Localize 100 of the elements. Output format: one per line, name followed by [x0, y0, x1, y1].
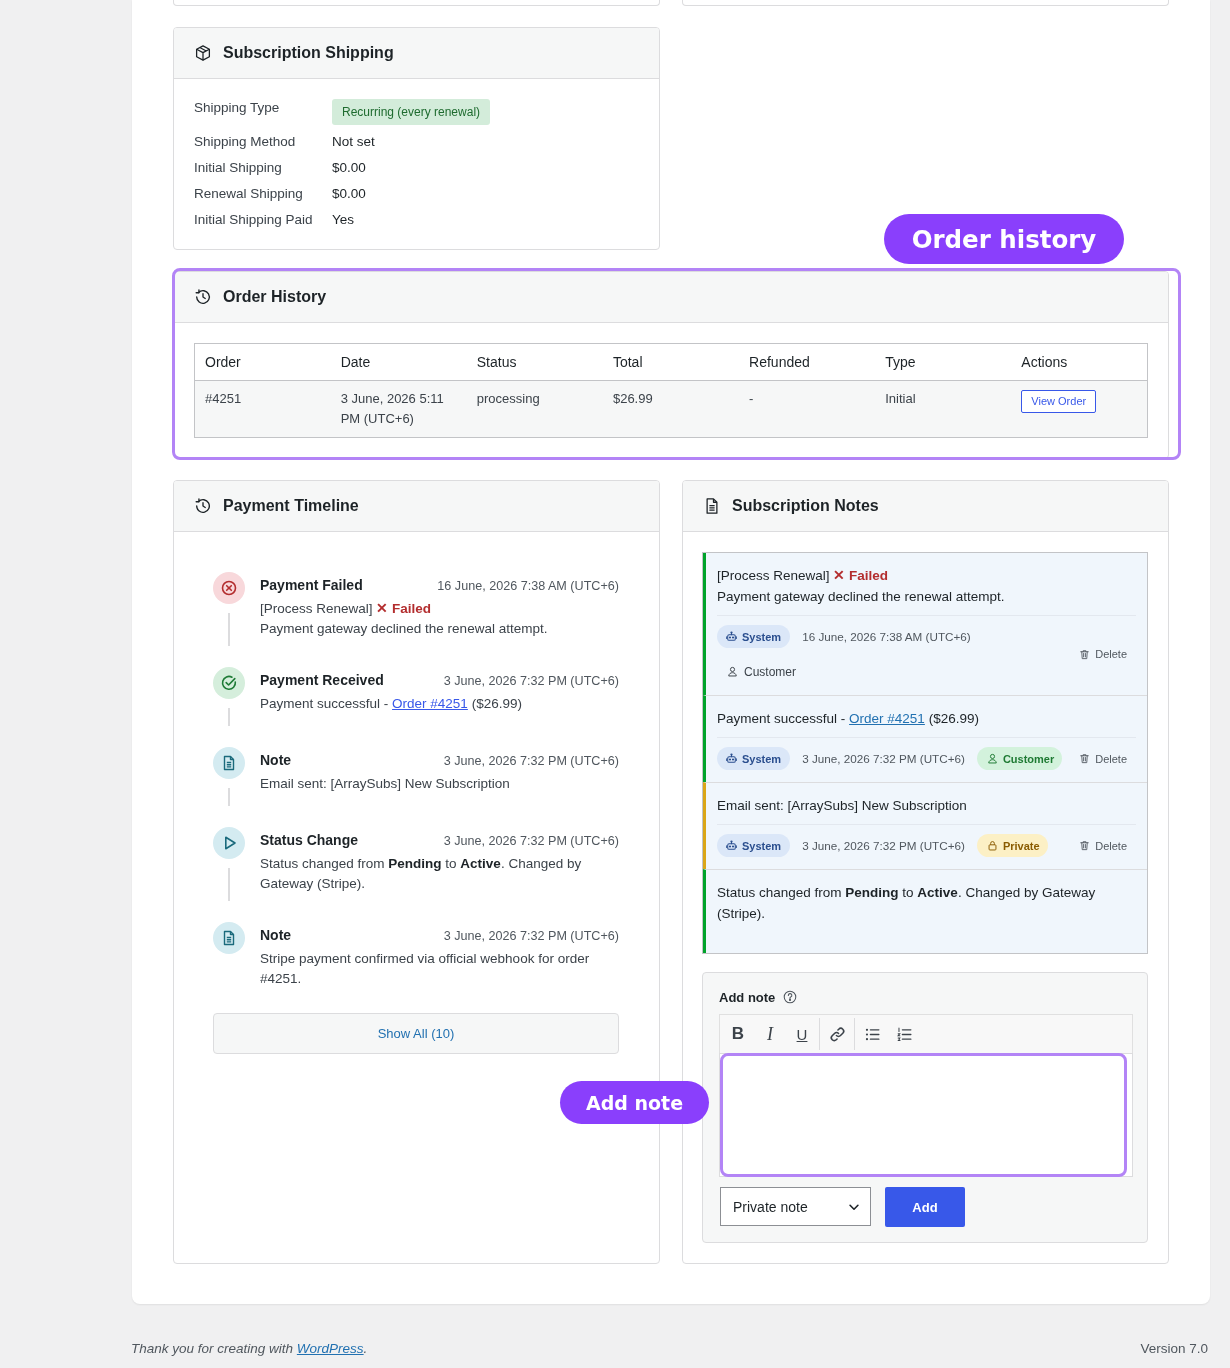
- underline-button[interactable]: U: [786, 1018, 818, 1050]
- order-link[interactable]: Order #4251: [849, 711, 925, 726]
- visibility-label: Customer: [1002, 752, 1055, 765]
- card-title: Subscription Notes: [732, 497, 879, 515]
- field-value: Not set: [332, 133, 376, 151]
- link-icon: [828, 1025, 846, 1043]
- check-circle-icon: [213, 667, 245, 699]
- robot-icon: [726, 631, 737, 642]
- callout-label: Order history: [884, 214, 1124, 264]
- event-title: Status Change: [260, 831, 358, 850]
- connector-line: [228, 708, 230, 726]
- event-time: 3 June, 2026 7:32 PM (UTC+6): [443, 673, 619, 690]
- column-header: Total: [602, 343, 740, 381]
- shipping-type-badge: Recurring (every renewal): [332, 99, 491, 125]
- event-time: 3 June, 2026 7:32 PM (UTC+6): [443, 753, 619, 770]
- author-name: System: [742, 839, 782, 852]
- trash-icon: [1079, 753, 1091, 764]
- add-button[interactable]: Add: [885, 1187, 965, 1227]
- field-label: Shipping Method: [194, 133, 297, 151]
- document-icon: [703, 497, 721, 515]
- field-value: $0.00: [332, 159, 367, 177]
- event-time: 16 June, 2026 7:38 AM (UTC+6): [437, 578, 619, 595]
- author-name: System: [742, 752, 782, 765]
- field-value: Yes: [332, 211, 356, 229]
- field-label: Initial Shipping: [194, 159, 283, 177]
- person-icon: [727, 666, 738, 677]
- footer-link[interactable]: WordPress: [296, 1341, 364, 1356]
- show-all-button[interactable]: Show All (10): [213, 1013, 619, 1054]
- event-title: Payment Failed: [260, 576, 363, 595]
- help-icon[interactable]: [783, 990, 798, 1004]
- note-text: [Process Renewal] ✕ Failed: [717, 567, 890, 585]
- table-cell: processing: [466, 380, 603, 438]
- table-cell: 3 June, 2026 5:11 PM (UTC+6): [330, 380, 467, 438]
- author-name: System: [742, 630, 782, 643]
- version-label: Version 7.0: [1140, 1340, 1208, 1358]
- robot-icon: [726, 840, 737, 851]
- italic-button[interactable]: I: [754, 1018, 786, 1050]
- column-header: Status: [466, 343, 603, 381]
- footer-credit: Thank you for creating with WordPress.: [131, 1340, 368, 1358]
- event-title: Note: [260, 926, 292, 945]
- card-title: Subscription Shipping: [223, 44, 394, 62]
- event-title: Payment Received: [260, 671, 384, 690]
- history-icon: [194, 288, 212, 306]
- table-cell: -: [739, 380, 876, 438]
- note-text: Email sent: [ArraySubs] New Subscription: [717, 797, 968, 815]
- event-time: 3 June, 2026 7:32 PM (UTC+6): [443, 928, 619, 945]
- delete-button[interactable]: Delete: [1079, 648, 1127, 660]
- event-message: Payment gateway declined the renewal attempt.: [260, 620, 549, 638]
- bold-button[interactable]: B: [722, 1018, 754, 1050]
- x-circle-icon: [213, 572, 245, 604]
- column-header: Date: [330, 343, 467, 381]
- delete-button[interactable]: Delete: [1079, 752, 1127, 765]
- play-icon: [213, 827, 245, 859]
- numbered-list-icon: [895, 1025, 913, 1043]
- connector-line: [228, 613, 230, 646]
- lock-icon: [986, 840, 998, 851]
- note-text: Status changed from Pending to Active. Changed by Gateway (Stripe).: [717, 884, 1097, 923]
- event-message: Status changed from Pending to Active. Changed by Gateway (Stripe).: [260, 855, 583, 893]
- column-header: Order: [194, 343, 331, 381]
- event-title: Note: [260, 751, 292, 770]
- column-header: Type: [875, 343, 1012, 381]
- add-note-label: Add note: [719, 989, 776, 1005]
- table-cell: #4251: [194, 380, 331, 438]
- trash-icon: [1079, 840, 1091, 851]
- event-message: [Process Renewal] ✕ Failed: [260, 600, 433, 618]
- event-time: 3 June, 2026 7:32 PM (UTC+6): [443, 833, 619, 850]
- visibility-label: Customer: [744, 664, 796, 679]
- person-icon: [986, 753, 998, 764]
- visibility-label: Private: [1002, 839, 1040, 852]
- history-icon: [194, 497, 212, 515]
- event-message: Stripe payment confirmed via official webhook for order #4251.: [260, 950, 591, 988]
- note-type-select[interactable]: Private note: [720, 1187, 871, 1226]
- table-cell: $26.99: [602, 380, 740, 438]
- column-header: Actions: [1011, 343, 1148, 381]
- connector-line: [228, 788, 230, 806]
- field-label: Renewal Shipping: [194, 185, 304, 203]
- note-date: 16 June, 2026 7:38 AM (UTC+6): [802, 630, 971, 643]
- trash-icon: [1079, 648, 1091, 660]
- table-cell: Initial: [875, 380, 1012, 438]
- document-icon: [213, 922, 245, 954]
- document-icon: [213, 747, 245, 779]
- column-header: Refunded: [739, 343, 876, 381]
- card-title: Payment Timeline: [223, 497, 359, 515]
- event-message: Payment successful - Order #4251 ($26.99): [260, 695, 523, 713]
- robot-icon: [726, 753, 737, 764]
- box-icon: [194, 44, 212, 62]
- event-message: Email sent: [ArraySubs] New Subscription: [260, 775, 511, 793]
- note-text: Payment gateway declined the renewal attempt.: [717, 588, 1006, 606]
- callout-label: Add note: [560, 1081, 709, 1124]
- field-value: $0.00: [332, 185, 367, 203]
- delete-button[interactable]: Delete: [1079, 839, 1127, 852]
- view-order-button[interactable]: View Order: [1021, 390, 1097, 413]
- note-date: 3 June, 2026 7:32 PM (UTC+6): [802, 839, 965, 852]
- note-date: 3 June, 2026 7:32 PM (UTC+6): [802, 752, 965, 765]
- connector-line: [228, 868, 230, 901]
- order-link[interactable]: Order #4251: [392, 696, 468, 711]
- field-label: Initial Shipping Paid: [194, 211, 314, 229]
- field-label: Shipping Type: [194, 99, 281, 117]
- card-title: Order History: [223, 288, 327, 306]
- note-text: Payment successful - Order #4251 ($26.99): [717, 710, 980, 728]
